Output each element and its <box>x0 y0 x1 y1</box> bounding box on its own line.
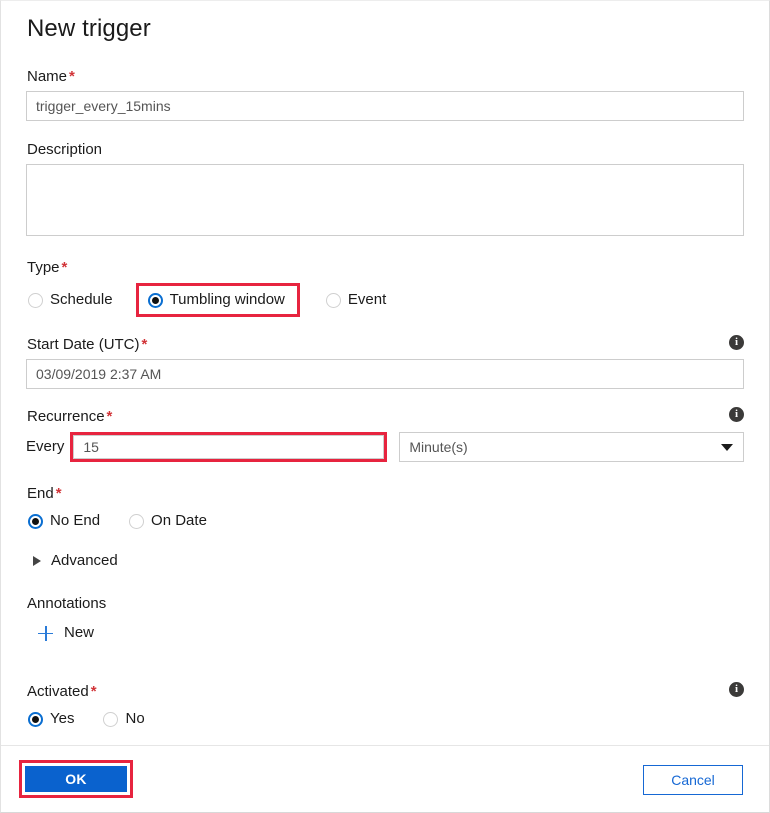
annotations-label: Annotations <box>27 595 107 612</box>
recurrence-interval-highlight <box>70 432 388 462</box>
plus-icon <box>38 625 53 641</box>
end-required-marker: * <box>55 485 62 502</box>
type-radio-group: Schedule Tumbling window Event <box>26 283 744 317</box>
radio-label: Event <box>347 291 387 308</box>
info-icon[interactable]: i <box>729 682 744 697</box>
recurrence-label-text: Recurrence <box>27 408 105 425</box>
ok-button[interactable]: OK <box>24 765 128 793</box>
radio-mark-icon <box>28 292 43 308</box>
recurrence-unit-wrap: Minute(s) <box>399 432 744 462</box>
ok-button-highlight: OK <box>19 760 133 798</box>
activated-radio-group: Yes No <box>26 707 744 731</box>
info-icon[interactable]: i <box>729 407 744 422</box>
radio-mark-icon <box>103 711 119 727</box>
radio-activated-no[interactable]: No <box>101 707 146 731</box>
recurrence-unit-select[interactable]: Minute(s) <box>399 432 744 462</box>
radio-type-event[interactable]: Event <box>324 288 388 312</box>
radio-type-tumbling-window[interactable]: Tumbling window <box>135 283 300 317</box>
description-field-row: Description <box>26 140 744 236</box>
recurrence-field-row: i Recurrence* Every Minute(s) <box>26 407 744 462</box>
recurrence-label: Recurrence * <box>26 407 744 431</box>
radio-label: Tumbling window <box>169 291 285 308</box>
advanced-label: Advanced <box>51 552 118 569</box>
radio-label: On Date <box>151 512 207 529</box>
radio-mark-icon <box>28 711 43 727</box>
new-trigger-blade: New trigger Name* Description Type* Sche… <box>0 0 770 813</box>
name-required-marker: * <box>69 68 75 85</box>
activated-label: Activated * <box>26 682 744 706</box>
type-required-marker: * <box>61 259 68 276</box>
radio-type-schedule[interactable]: Schedule <box>26 288 115 312</box>
radio-label: No <box>125 710 145 727</box>
start-date-label: Start Date (UTC) * <box>26 335 744 359</box>
end-radio-group: No End On Date <box>26 509 744 533</box>
description-input[interactable] <box>26 164 744 236</box>
page-title: New trigger <box>27 15 151 42</box>
advanced-toggle[interactable]: Advanced <box>26 551 744 571</box>
blade-footer: OK Cancel <box>1 745 769 812</box>
recurrence-controls: Every Minute(s) <box>26 432 744 462</box>
radio-mark-icon <box>147 292 163 308</box>
recurrence-required-marker: * <box>106 408 113 425</box>
start-date-input[interactable] <box>26 359 744 389</box>
name-label: Name * <box>26 67 744 91</box>
info-icon[interactable]: i <box>729 335 744 350</box>
radio-label: No End <box>50 512 101 529</box>
add-annotation-label: New <box>64 624 95 641</box>
radio-mark-icon <box>129 513 145 529</box>
end-field-row: End * No End On Date <box>26 484 744 533</box>
advanced-section-row: Advanced <box>26 551 744 571</box>
start-date-required-marker: * <box>141 336 148 353</box>
activated-required-marker: * <box>90 683 97 700</box>
activated-label-text: Activated <box>27 683 89 700</box>
radio-mark-icon <box>325 292 341 308</box>
radio-label: Schedule <box>50 291 113 308</box>
every-label: Every <box>26 438 65 455</box>
radio-label: Yes <box>50 710 75 727</box>
name-input[interactable] <box>26 91 744 121</box>
type-field-row: Type * Schedule Tumbling window Event <box>26 258 744 317</box>
trigger-form: New trigger Name* Description Type* Sche… <box>1 1 769 745</box>
name-label-text: Name <box>27 68 68 85</box>
radio-activated-yes[interactable]: Yes <box>26 707 76 731</box>
activated-field-row: i Activated * Yes No <box>26 682 744 731</box>
end-label: End * <box>26 484 744 508</box>
radio-end-on-date[interactable]: On Date <box>127 509 209 533</box>
start-date-field-row: i Start Date (UTC) * <box>26 335 744 389</box>
type-label: Type * <box>26 258 744 282</box>
name-field-row: Name * <box>26 67 744 121</box>
start-date-label-text: Start Date (UTC) <box>27 336 140 353</box>
recurrence-interval-input[interactable] <box>73 435 385 459</box>
description-label: Description <box>27 141 103 158</box>
type-label-text: Type <box>27 259 60 276</box>
cancel-button[interactable]: Cancel <box>643 765 743 795</box>
radio-mark-icon <box>28 513 43 529</box>
triangle-right-icon <box>33 556 41 566</box>
add-annotation-button[interactable]: New <box>26 623 744 643</box>
end-label-text: End <box>27 485 54 502</box>
annotations-section-row: Annotations New <box>26 594 744 643</box>
radio-end-no-end[interactable]: No End <box>26 509 102 533</box>
